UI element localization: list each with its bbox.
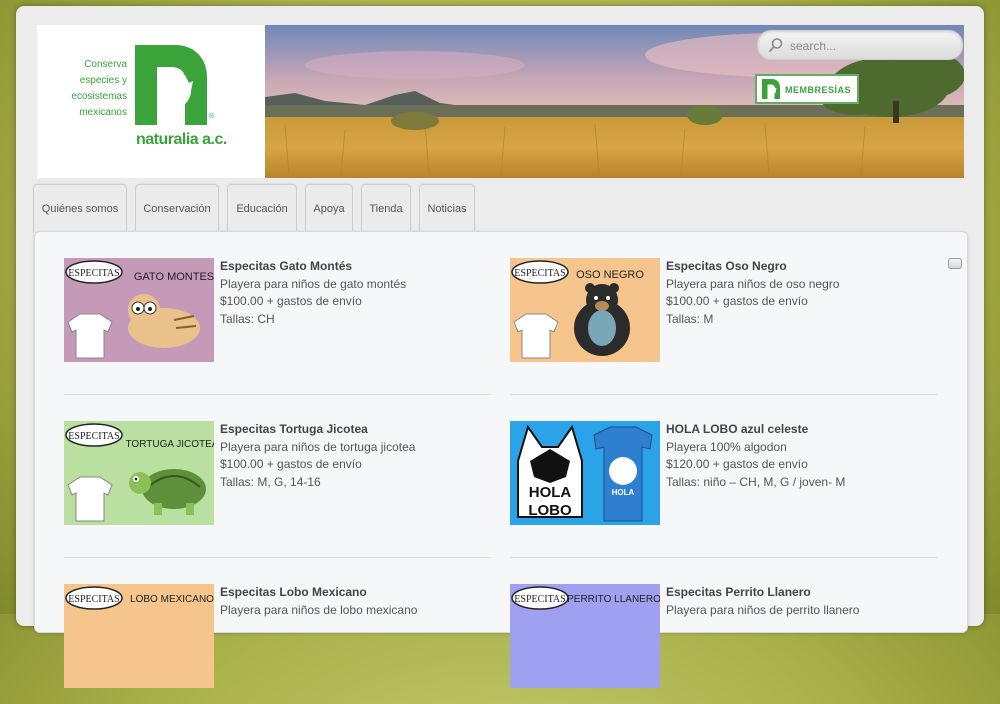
product-title[interactable]: Especitas Tortuga Jicotea [220,421,490,439]
tab-tienda[interactable]: Tienda [361,184,411,233]
svg-text:PERRITO LLANERO: PERRITO LLANERO [567,594,660,605]
svg-text:OSO NEGRO: OSO NEGRO [576,269,644,281]
product-item[interactable]: ESPECITAS OSO NEGRO Especitas Oso Negro … [510,258,940,378]
tab-quienes-somos[interactable]: Quiénes somos [33,184,127,233]
product-list: ESPECITAS GATO MONTES Especitas Gato Mon… [34,231,968,688]
svg-text:ESPECITAS: ESPECITAS [514,268,565,279]
svg-text:ESPECITAS: ESPECITAS [68,268,119,279]
fox-n-logo-icon [762,79,780,99]
product-description: Playera para niños de gato montés [220,276,407,291]
product-description: Playera 100% algodon [666,439,787,454]
tab-conservacion[interactable]: Conservación [135,184,219,233]
svg-text:ESPECITAS: ESPECITAS [68,594,119,605]
product-title[interactable]: Especitas Gato Montés [220,258,490,276]
membership-label: MEMBRESÍAS [785,85,852,95]
product-sizes: Tallas: M, G, 14-16 [220,474,321,489]
header-banner: MEMBRESÍAS [265,25,964,178]
magnifier-icon [769,38,783,52]
product-title[interactable]: Especitas Oso Negro [666,258,936,276]
product-description: Playera para niños de oso negro [666,276,840,291]
product-sizes: Tallas: M [666,311,714,326]
svg-text:ESPECITAS: ESPECITAS [514,594,565,605]
row-divider [510,557,937,558]
product-image[interactable]: ESPECITAS GATO MONTES [64,258,214,362]
logo-wordmark: naturalia a.c. [136,131,227,148]
product-sizes: Tallas: niño – CH, M, G / joven- M [666,474,846,489]
fox-n-logo-icon [135,45,207,125]
site-header: Conserva especies y ecosistemas mexicano… [37,25,964,178]
svg-text:GATO MONTES: GATO MONTES [134,271,214,283]
svg-text:TORTUGA JICOTEA: TORTUGA JICOTEA [126,439,214,450]
row-divider [64,557,491,558]
product-image[interactable]: ESPECITAS OSO NEGRO [510,258,660,362]
product-image[interactable]: ESPECITAS LOBO MEXICANO [64,584,214,688]
svg-text:HOLA: HOLA [612,488,635,497]
product-item[interactable]: HOLA LOBO HOLA HOLA LOBO azul celeste Pl… [510,421,940,541]
product-title[interactable]: HOLA LOBO azul celeste [666,421,936,439]
product-item[interactable]: ESPECITAS TORTUGA JICOTEA Especitas Tort… [64,421,494,541]
tab-educacion[interactable]: Educación [227,184,297,233]
svg-text:HOLA: HOLA [529,484,572,501]
product-image[interactable]: ESPECITAS PERRITO LLANERO [510,584,660,688]
svg-text:LOBO: LOBO [528,502,572,519]
product-sizes: Tallas: CH [220,311,275,326]
product-price: $100.00 + gastos de envío [220,457,362,471]
logo-tagline: Conserva especies y ecosistemas mexicano… [71,59,127,118]
search-box[interactable] [757,30,963,60]
product-price: $100.00 + gastos de envío [220,294,362,308]
product-image[interactable]: HOLA LOBO HOLA [510,421,660,525]
product-title[interactable]: Especitas Perrito Llanero [666,584,936,602]
product-description: Playera para niños de tortuga jicotea [220,439,416,454]
svg-text:ESPECITAS: ESPECITAS [68,431,119,442]
membership-button[interactable]: MEMBRESÍAS [755,74,859,104]
product-price: $120.00 + gastos de envío [666,457,808,471]
svg-text:LOBO MEXICANO: LOBO MEXICANO [130,594,214,605]
product-item[interactable]: ESPECITAS GATO MONTES Especitas Gato Mon… [64,258,494,378]
product-title[interactable]: Especitas Lobo Mexicano [220,584,490,602]
row-divider [64,394,491,395]
tab-apoya[interactable]: Apoya [305,184,353,233]
tab-noticias[interactable]: Noticias [419,184,475,233]
product-item[interactable]: ESPECITAS PERRITO LLANERO Especitas Perr… [510,584,940,704]
search-input[interactable] [788,35,952,57]
product-image[interactable]: ESPECITAS TORTUGA JICOTEA [64,421,214,525]
scrollbar-thumb[interactable] [948,258,962,269]
product-description: Playera para niños de perrito llanero [666,602,860,617]
site-logo[interactable]: Conserva especies y ecosistemas mexicano… [37,25,265,178]
row-divider [510,394,937,395]
product-description: Playera para niños de lobo mexicano [220,602,418,617]
product-price: $100.00 + gastos de envío [666,294,808,308]
product-item[interactable]: ESPECITAS LOBO MEXICANO Especitas Lobo M… [64,584,494,704]
